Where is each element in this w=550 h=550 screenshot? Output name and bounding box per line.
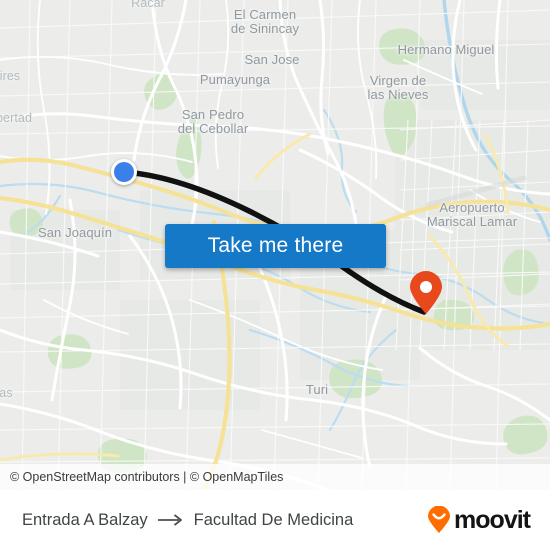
moovit-trip-map-card: .rd{fill:none;stroke:#ffffff;stroke-line… bbox=[0, 0, 550, 550]
map-attribution-bar: © OpenStreetMap contributors | © OpenMap… bbox=[0, 464, 550, 490]
trip-origin-label: Entrada A Balzay bbox=[22, 510, 148, 529]
trip-footer: Entrada A Balzay Facultad De Medicina mo… bbox=[0, 490, 550, 550]
take-me-there-label: Take me there bbox=[207, 234, 344, 257]
moovit-logo[interactable]: moovit bbox=[427, 505, 531, 534]
map-attribution-text: © OpenStreetMap contributors | © OpenMap… bbox=[10, 470, 284, 484]
trip-destination-label: Facultad De Medicina bbox=[193, 510, 354, 529]
trip-endpoints: Entrada A Balzay Facultad De Medicina bbox=[0, 511, 353, 530]
take-me-there-button[interactable]: Take me there bbox=[165, 224, 386, 268]
arrow-right-icon bbox=[157, 514, 182, 526]
moovit-pin-icon bbox=[428, 506, 451, 533]
moovit-wordmark: moovit bbox=[454, 505, 531, 534]
map-canvas[interactable]: .rd{fill:none;stroke:#ffffff;stroke-line… bbox=[0, 0, 550, 490]
